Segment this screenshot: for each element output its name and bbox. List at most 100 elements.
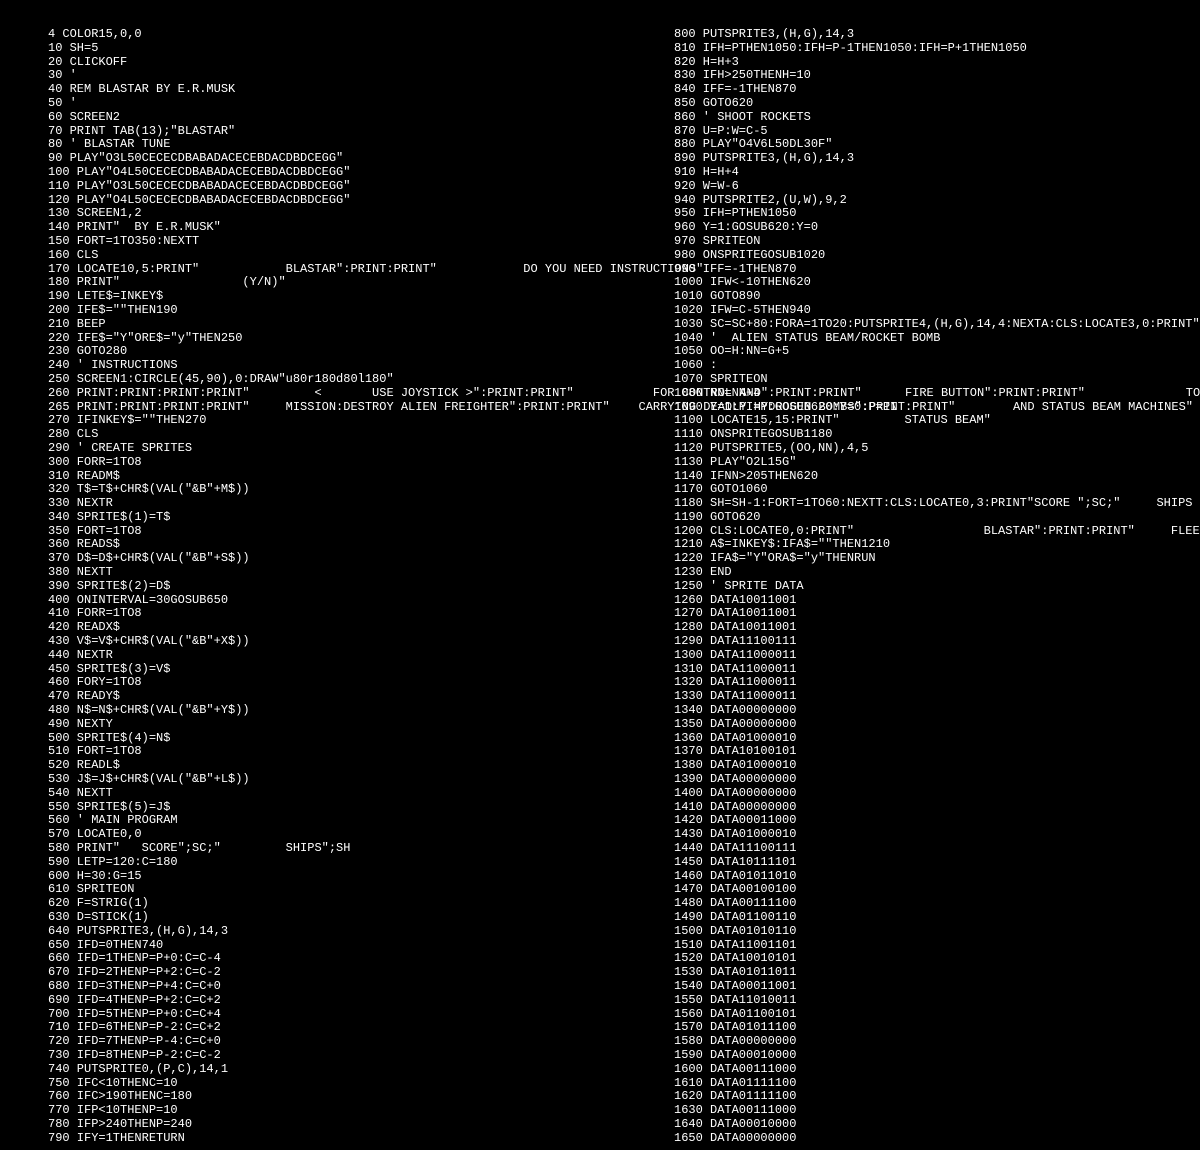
code-line: 950 IFH=PTHEN1050 [674,207,1200,221]
code-line: 360 READS$ [48,538,574,552]
code-line: 490 NEXTY [48,718,574,732]
code-line: 810 IFH=PTHEN1050:IFH=P-1THEN1050:IFH=P+… [674,42,1200,56]
code-line: 890 PUTSPRITE3,(H,G),14,3 [674,152,1200,166]
code-line: 580 PRINT" SCORE";SC;" SHIPS";SH [48,842,574,856]
code-line: 1570 DATA01011100 [674,1021,1200,1035]
code-line: 770 IFP<10THENP=10 [48,1104,574,1118]
code-line: 450 SPRITE$(3)=V$ [48,663,574,677]
code-line: 740 PUTSPRITE0,(P,C),14,1 [48,1063,574,1077]
code-line: 640 PUTSPRITE3,(H,G),14,3 [48,925,574,939]
code-line: 610 SPRITEON [48,883,574,897]
code-line: 420 READX$ [48,621,574,635]
code-line: 530 J$=J$+CHR$(VAL("&B"+L$)) [48,773,574,787]
code-line: 590 LETP=120:C=180 [48,856,574,870]
code-line: 70 PRINT TAB(13);"BLASTAR" [48,125,574,139]
code-line: 1550 DATA11010011 [674,994,1200,1008]
code-line: 940 PUTSPRITE2,(U,W),9,2 [674,194,1200,208]
code-line: 220 IFE$="Y"ORE$="y"THEN250 [48,332,574,346]
code-line: 650 IFD=0THEN740 [48,939,574,953]
code-line: 140 PRINT" BY E.R.MUSK" [48,221,574,235]
code-line: 1200 CLS:LOCATE0,0:PRINT" BLASTAR":PRINT… [674,525,1200,539]
code-line: 1360 DATA01000010 [674,732,1200,746]
code-line: 1460 DATA01011010 [674,870,1200,884]
code-line: 600 H=30:G=15 [48,870,574,884]
code-line: 230 GOTO280 [48,345,574,359]
code-line: 620 F=STRIG(1) [48,897,574,911]
code-line: 40 REM BLASTAR BY E.R.MUSK [48,83,574,97]
code-line: 1010 GOTO890 [674,290,1200,304]
code-line: 210 BEEP [48,318,574,332]
code-line: 30 ' [48,69,574,83]
code-line: 1500 DATA01010110 [674,925,1200,939]
code-line: 1600 DATA00111000 [674,1063,1200,1077]
code-line: 130 SCREEN1,2 [48,207,574,221]
code-line: 880 PLAY"O4V6L50DL30F" [674,138,1200,152]
code-line: 1060 : [674,359,1200,373]
code-line: 100 PLAY"O4L50CECECDBABADACECEBDACDBDCEG… [48,166,574,180]
code-line: 520 READL$ [48,759,574,773]
code-line: 1040 ' ALIEN STATUS BEAM/ROCKET BOMB [674,332,1200,346]
code-line: 910 H=H+4 [674,166,1200,180]
code-line: 180 PRINT" (Y/N)" [48,276,574,290]
code-line: 1480 DATA00111100 [674,897,1200,911]
code-line: 1650 DATA00000000 [674,1132,1200,1146]
code-line: 1340 DATA00000000 [674,704,1200,718]
code-line: 1560 DATA01100101 [674,1008,1200,1022]
code-line: 690 IFD=4THENP=P+2:C=C+2 [48,994,574,1008]
code-line: 870 U=P:W=C-5 [674,125,1200,139]
code-line: 90 PLAY"O3L50CECECDBABADACECEBDACDBDCEGG… [48,152,574,166]
code-line: 1180 SH=SH-1:FORT=1TO60:NEXTT:CLS:LOCATE… [674,497,1200,511]
code-line: 400 ONINTERVAL=30GOSUB650 [48,594,574,608]
code-line: 830 IFH>250THENH=10 [674,69,1200,83]
code-line: 1610 DATA01111100 [674,1077,1200,1091]
code-line: 1330 DATA11000011 [674,690,1200,704]
code-line: 1430 DATA01000010 [674,828,1200,842]
code-line: 20 CLICKOFF [48,56,574,70]
code-line: 710 IFD=6THENP=P-2:C=C+2 [48,1021,574,1035]
code-line: 1410 DATA00000000 [674,801,1200,815]
code-line: 1050 OO=H:NN=G+5 [674,345,1200,359]
code-line: 630 D=STICK(1) [48,911,574,925]
code-line: 1630 DATA00111000 [674,1104,1200,1118]
code-line: 60 SCREEN2 [48,111,574,125]
code-line: 370 D$=D$+CHR$(VAL("&B"+S$)) [48,552,574,566]
code-line: 300 FORR=1TO8 [48,456,574,470]
code-line: 470 READY$ [48,690,574,704]
code-line: 1490 DATA01100110 [674,911,1200,925]
code-line: 750 IFC<10THENC=10 [48,1077,574,1091]
code-line: 860 ' SHOOT ROCKETS [674,111,1200,125]
code-line: 265 PRINT:PRINT:PRINT:PRINT" MISSION:DES… [48,401,574,415]
code-line: 50 ' [48,97,574,111]
code-line: 1250 ' SPRITE DATA [674,580,1200,594]
code-line: 80 ' BLASTAR TUNE [48,138,574,152]
code-line: 550 SPRITE$(5)=J$ [48,801,574,815]
code-line: 980 ONSPRITEGOSUB1020 [674,249,1200,263]
code-line: 190 LETE$=INKEY$ [48,290,574,304]
code-line: 320 T$=T$+CHR$(VAL("&B"+M$)) [48,483,574,497]
code-line: 410 FORR=1TO8 [48,607,574,621]
code-line: 480 N$=N$+CHR$(VAL("&B"+Y$)) [48,704,574,718]
code-line: 670 IFD=2THENP=P+2:C=C-2 [48,966,574,980]
code-line: 350 FORT=1TO8 [48,525,574,539]
code-line: 1370 DATA10100101 [674,745,1200,759]
code-line: 120 PLAY"O4L50CECECDBABADACECEBDACDBDCEG… [48,194,574,208]
code-line: 1530 DATA01011011 [674,966,1200,980]
code-line: 110 PLAY"O3L50CECECDBABADACECEBDACDBDCEG… [48,180,574,194]
code-line: 340 SPRITE$(1)=T$ [48,511,574,525]
code-line: 1440 DATA11100111 [674,842,1200,856]
code-line: 1020 IFW=C-5THEN940 [674,304,1200,318]
code-line: 4 COLOR15,0,0 [48,28,574,42]
code-line: 200 IFE$=""THEN190 [48,304,574,318]
code-line: 1190 GOTO620 [674,511,1200,525]
code-line: 1140 IFNN>205THEN620 [674,470,1200,484]
code-line: 1270 DATA10011001 [674,607,1200,621]
code-line: 720 IFD=7THENP=P-4:C=C+0 [48,1035,574,1049]
code-line: 560 ' MAIN PROGRAM [48,814,574,828]
code-line: 250 SCREEN1:CIRCLE(45,90),0:DRAW"u80r180… [48,373,574,387]
code-line: 540 NEXTT [48,787,574,801]
code-line: 1470 DATA00100100 [674,883,1200,897]
code-line: 390 SPRITE$(2)=D$ [48,580,574,594]
code-line: 1510 DATA11001101 [674,939,1200,953]
code-line: 380 NEXTT [48,566,574,580]
code-line: 270 IFINKEY$=""THEN270 [48,414,574,428]
